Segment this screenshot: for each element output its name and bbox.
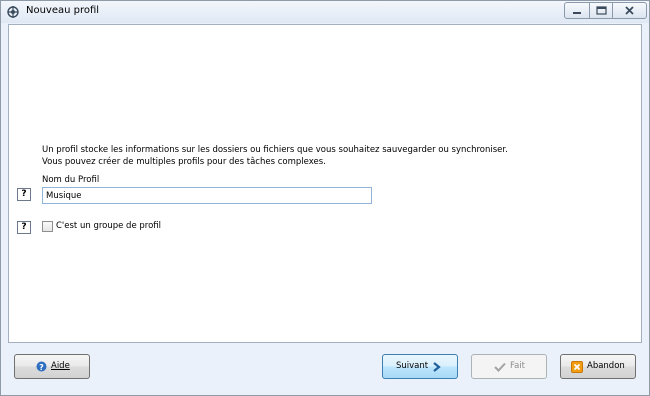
close-button[interactable] [612, 2, 647, 19]
help-circle-icon: ? [36, 361, 47, 372]
svg-text:?: ? [39, 363, 44, 372]
description-line-2: Vous pouvez créer de multiples profils p… [42, 157, 326, 167]
checkmark-icon [494, 362, 506, 372]
help-button-label: Aide [51, 361, 70, 371]
close-icon [625, 6, 634, 15]
chevron-right-icon [433, 362, 441, 372]
description-line-1: Un profil stocke les informations sur le… [42, 145, 508, 155]
maximize-button[interactable] [589, 2, 613, 19]
help-button[interactable]: ? Aide [14, 354, 90, 379]
next-button-label: Suivant [396, 361, 429, 371]
profile-group-label: C'est un groupe de profil [56, 221, 162, 231]
wizard-content-panel: Un profil stocke les informations sur le… [8, 24, 642, 343]
group-option-help-button[interactable]: ? [17, 221, 31, 234]
profile-name-help-button[interactable]: ? [17, 188, 31, 201]
profile-name-label: Nom du Profil [42, 175, 100, 185]
new-profile-window: Nouveau profil Un profil stocke les info… [0, 0, 650, 396]
minimize-icon [573, 12, 581, 14]
window-title: Nouveau profil [26, 5, 100, 16]
abort-button-label: Abandon [587, 361, 625, 371]
done-button: Fait [471, 354, 547, 379]
title-bar: Nouveau profil [1, 1, 649, 23]
cancel-icon [571, 361, 583, 373]
profile-name-input[interactable] [42, 187, 372, 204]
minimize-button[interactable] [564, 2, 590, 19]
app-icon [7, 6, 19, 18]
profile-group-checkbox[interactable] [42, 221, 53, 232]
description: Un profil stocke les informations sur le… [42, 144, 508, 168]
abort-button[interactable]: Abandon [560, 354, 636, 379]
done-button-label: Fait [510, 361, 526, 371]
maximize-icon [596, 6, 607, 15]
next-button[interactable]: Suivant [382, 354, 458, 379]
